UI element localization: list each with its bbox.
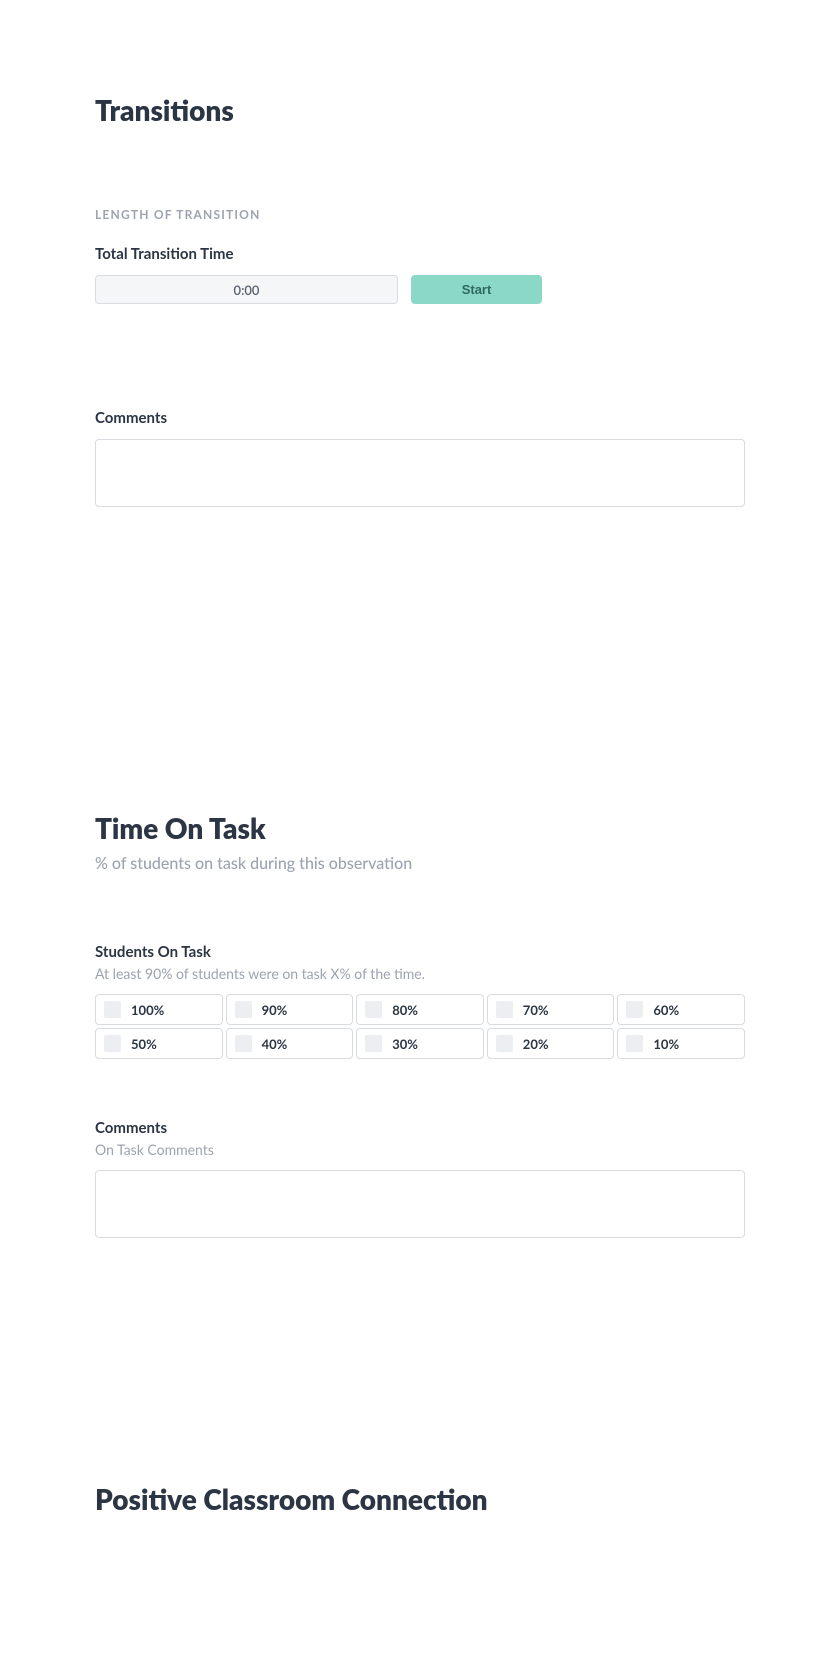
time-on-task-comments-input[interactable]	[95, 1170, 745, 1238]
option-100[interactable]: 100%	[95, 994, 223, 1025]
time-on-task-title: Time On Task	[95, 811, 745, 845]
time-on-task-comments-label: Comments	[95, 1119, 745, 1137]
option-label: 50%	[131, 1036, 157, 1052]
checkbox-icon	[104, 1035, 121, 1052]
option-50[interactable]: 50%	[95, 1028, 223, 1059]
time-on-task-comments-sub: On Task Comments	[95, 1141, 745, 1158]
percentage-options-grid: 100% 90% 80% 70% 60% 50%	[95, 994, 745, 1059]
time-on-task-subtitle: % of students on task during this observ…	[95, 854, 745, 873]
option-label: 10%	[653, 1036, 679, 1052]
transitions-title: Transitions	[95, 93, 745, 127]
positive-classroom-title: Positive Classroom Connection	[95, 1482, 745, 1516]
option-label: 20%	[523, 1036, 549, 1052]
checkbox-icon	[626, 1001, 643, 1018]
checkbox-icon	[496, 1001, 513, 1018]
option-label: 40%	[262, 1036, 288, 1052]
checkbox-icon	[235, 1035, 252, 1052]
option-80[interactable]: 80%	[356, 994, 484, 1025]
checkbox-icon	[496, 1035, 513, 1052]
checkbox-icon	[626, 1035, 643, 1052]
length-of-transition-overline: LENGTH OF TRANSITION	[95, 207, 745, 222]
option-90[interactable]: 90%	[226, 994, 354, 1025]
option-label: 60%	[653, 1002, 679, 1018]
option-40[interactable]: 40%	[226, 1028, 354, 1059]
option-10[interactable]: 10%	[617, 1028, 745, 1059]
timer-display: 0:00	[95, 275, 398, 304]
transitions-comments-input[interactable]	[95, 439, 745, 507]
option-20[interactable]: 20%	[487, 1028, 615, 1059]
students-on-task-sub: At least 90% of students were on task X%…	[95, 965, 745, 982]
option-label: 90%	[262, 1002, 288, 1018]
option-label: 80%	[392, 1002, 418, 1018]
start-button[interactable]: Start	[411, 275, 542, 304]
checkbox-icon	[365, 1035, 382, 1052]
checkbox-icon	[235, 1001, 252, 1018]
transitions-comments-label: Comments	[95, 409, 745, 427]
students-on-task-label: Students On Task	[95, 943, 745, 961]
total-transition-time-label: Total Transition Time	[95, 245, 745, 263]
option-label: 30%	[392, 1036, 418, 1052]
option-label: 100%	[131, 1002, 164, 1018]
checkbox-icon	[365, 1001, 382, 1018]
option-label: 70%	[523, 1002, 549, 1018]
option-30[interactable]: 30%	[356, 1028, 484, 1059]
checkbox-icon	[104, 1001, 121, 1018]
option-60[interactable]: 60%	[617, 994, 745, 1025]
option-70[interactable]: 70%	[487, 994, 615, 1025]
